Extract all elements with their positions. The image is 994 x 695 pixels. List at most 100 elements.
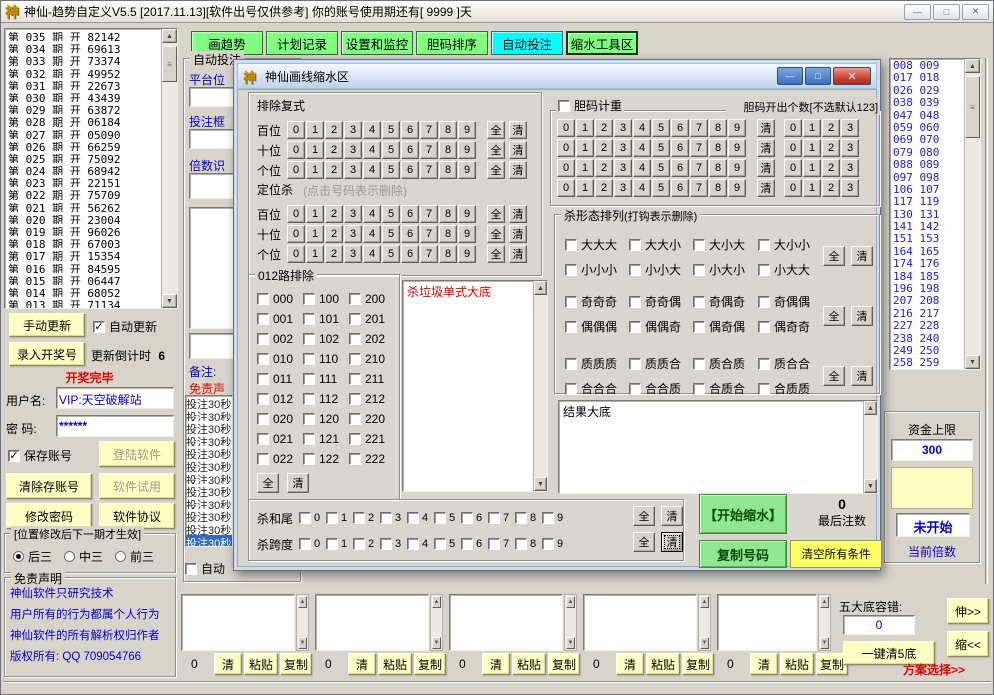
danma-digit-button[interactable]: 0 xyxy=(557,159,575,177)
pattern-checkbox[interactable]: 大大大 xyxy=(565,236,617,253)
multiplier-field[interactable] xyxy=(189,173,235,199)
pattern-checkbox[interactable]: 奇奇奇 xyxy=(565,293,617,310)
danma-count-button[interactable]: 1 xyxy=(803,139,821,157)
route012-checkbox[interactable]: 011 xyxy=(257,369,303,389)
base-copy-button[interactable]: 复制 xyxy=(414,653,446,675)
pattern-checkbox[interactable]: 小大大 xyxy=(758,261,810,278)
position-kill-digit-button[interactable]: 9 xyxy=(458,225,476,243)
scroll-up-icon[interactable]: ▲ xyxy=(864,401,877,415)
exclude-all-button[interactable]: 全 xyxy=(487,141,505,159)
danma-count-button[interactable]: 0 xyxy=(784,179,802,197)
danma-count-button[interactable]: 3 xyxy=(841,119,859,137)
draw-history-item[interactable]: 第 025 期 开 75092 xyxy=(5,151,177,163)
extend-button[interactable]: 伸>> xyxy=(947,598,989,624)
danma-count-button[interactable]: 2 xyxy=(822,119,840,137)
route012-checkbox[interactable]: 020 xyxy=(257,409,303,429)
position-kill-digit-button[interactable]: 9 xyxy=(458,205,476,223)
exclude-all-button[interactable]: 全 xyxy=(487,161,505,179)
exclude-clear-button[interactable]: 清 xyxy=(509,121,527,139)
scroll-down-icon[interactable]: ▼ xyxy=(820,637,829,649)
position-kill-digit-button[interactable]: 4 xyxy=(363,225,381,243)
danma-digit-button[interactable]: 9 xyxy=(728,179,746,197)
danma-count-button[interactable]: 2 xyxy=(822,179,840,197)
draw-history-item[interactable]: 第 028 期 开 06184 xyxy=(5,114,177,126)
route012-checkbox[interactable]: 220 xyxy=(349,409,395,429)
danma-digit-button[interactable]: 6 xyxy=(671,159,689,177)
position-kill-digit-button[interactable]: 3 xyxy=(344,205,362,223)
span-clear-button[interactable]: 清 xyxy=(661,532,683,552)
pattern-checkbox[interactable]: 奇偶奇 xyxy=(693,293,745,310)
draw-history-item[interactable]: 第 027 期 开 05090 xyxy=(5,127,177,139)
close-icon[interactable]: ✕ xyxy=(962,4,989,20)
danma-digit-button[interactable]: 0 xyxy=(557,119,575,137)
username-field[interactable]: VIP:天空破解站 xyxy=(56,387,174,409)
route012-checkbox[interactable]: 210 xyxy=(349,349,395,369)
bet-numbers-listbox[interactable]: 008 009017 018026 029038 039047 048059 0… xyxy=(889,58,981,370)
base-scrollbar[interactable]: ▲▼ xyxy=(430,594,443,651)
danma-digit-button[interactable]: 2 xyxy=(595,119,613,137)
base-paste-button[interactable]: 粘贴 xyxy=(378,653,412,675)
pattern-checkbox[interactable]: 合合质 xyxy=(629,380,681,397)
toolbar-button[interactable]: 设置和监控 xyxy=(341,31,413,55)
pattern-checkbox[interactable]: 大小小 xyxy=(758,236,810,253)
start-shrink-button[interactable]: 【开始缩水】 xyxy=(699,494,787,534)
position-kill-digit-button[interactable]: 0 xyxy=(287,245,305,263)
bet-log-item[interactable]: 投注30秒 xyxy=(186,396,232,409)
scroll-down-icon[interactable]: ▼ xyxy=(298,637,307,649)
danma-clear-button[interactable]: 清 xyxy=(757,179,775,197)
exclude-all-button[interactable]: 全 xyxy=(487,121,505,139)
route012-checkbox[interactable]: 012 xyxy=(257,389,303,409)
exclude-digit-button[interactable]: 0 xyxy=(287,161,305,179)
auto-checkbox[interactable]: 自动 xyxy=(185,560,225,577)
bet-numbers-scrollbar[interactable]: ▲ ≡ ▼ xyxy=(964,59,980,369)
scroll-up-icon[interactable]: ▲ xyxy=(820,596,829,608)
draw-history-item[interactable]: 第 018 期 开 67003 xyxy=(5,236,177,248)
route012-checkbox[interactable]: 102 xyxy=(303,329,349,349)
danma-digit-button[interactable]: 1 xyxy=(576,179,594,197)
danma-digit-button[interactable]: 3 xyxy=(614,159,632,177)
pattern-clear-button[interactable]: 清 xyxy=(851,366,873,386)
pattern-checkbox[interactable]: 奇奇偶 xyxy=(629,293,681,310)
platform-field[interactable] xyxy=(189,87,235,107)
scroll-down-icon[interactable]: ▼ xyxy=(162,294,177,308)
danma-digit-button[interactable]: 8 xyxy=(709,159,727,177)
bet-log-item[interactable]: 投注30秒 xyxy=(186,446,232,459)
route012-checkbox[interactable]: 121 xyxy=(303,429,349,449)
kill-digit-checkbox[interactable]: 5 xyxy=(434,512,461,524)
kill-digit-checkbox[interactable]: 3 xyxy=(380,538,407,550)
route012-checkbox[interactable]: 101 xyxy=(303,309,349,329)
base-clear-button[interactable]: 清 xyxy=(616,653,644,675)
route012-checkbox[interactable]: 002 xyxy=(257,329,303,349)
pattern-checkbox[interactable]: 合合合 xyxy=(565,380,617,397)
position-radio[interactable]: 后三 xyxy=(13,548,52,565)
tolerance-field[interactable]: 0 xyxy=(843,615,915,635)
position-kill-digit-button[interactable]: 5 xyxy=(382,245,400,263)
pattern-checkbox[interactable]: 合质质 xyxy=(758,380,810,397)
pattern-checkbox[interactable]: 偶偶奇 xyxy=(629,318,681,335)
pattern-clear-button[interactable]: 清 xyxy=(851,246,873,266)
draw-history-item[interactable]: 第 026 期 开 66259 xyxy=(5,139,177,151)
position-kill-digit-button[interactable]: 8 xyxy=(439,205,457,223)
danma-digit-button[interactable]: 2 xyxy=(595,139,613,157)
bet-log-item[interactable]: 投注30秒 xyxy=(186,409,232,422)
kill-digit-checkbox[interactable]: 1 xyxy=(326,538,353,550)
draw-history-item[interactable]: 第 019 期 开 96026 xyxy=(5,224,177,236)
position-kill-digit-button[interactable]: 3 xyxy=(344,225,362,243)
login-button[interactable]: 登陆软件 xyxy=(99,441,175,467)
route012-checkbox[interactable]: 100 xyxy=(303,289,349,309)
danma-count-button[interactable]: 2 xyxy=(822,159,840,177)
exclude-digit-button[interactable]: 1 xyxy=(306,161,324,179)
base-clear-button[interactable]: 清 xyxy=(348,653,376,675)
kill-digit-checkbox[interactable]: 8 xyxy=(515,538,542,550)
base-copy-button[interactable]: 复制 xyxy=(548,653,580,675)
exclude-digit-button[interactable]: 2 xyxy=(325,161,343,179)
junk-scrollbar[interactable]: ▲ ▼ xyxy=(533,281,547,491)
bet-log-item[interactable]: 投注30秒 xyxy=(186,535,232,547)
scroll-thumb[interactable]: ≡ xyxy=(162,46,177,82)
position-kill-digit-button[interactable]: 2 xyxy=(325,205,343,223)
bet-log-item[interactable]: 投注30秒 xyxy=(186,522,232,535)
result-base-textarea[interactable]: 结果大底 ▲ ▼ xyxy=(558,400,878,494)
maximize-icon[interactable]: □ xyxy=(933,4,960,20)
position-kill-digit-button[interactable]: 1 xyxy=(306,245,324,263)
exclude-digit-button[interactable]: 3 xyxy=(344,121,362,139)
